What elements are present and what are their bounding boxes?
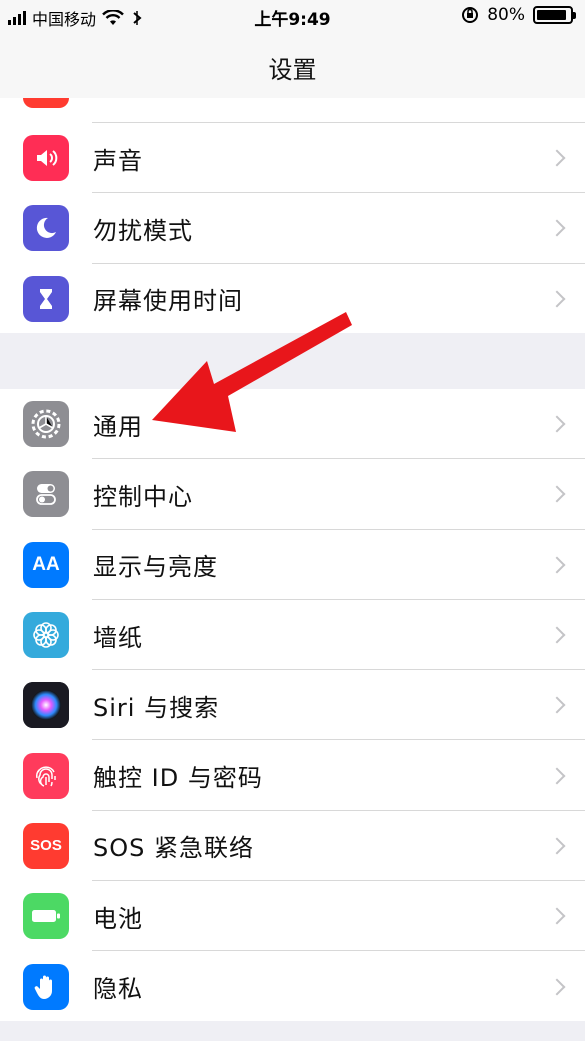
chevron-right-icon bbox=[548, 626, 566, 644]
section-gap-bottom bbox=[0, 1021, 585, 1041]
orientation-lock-icon bbox=[462, 7, 479, 23]
icon-text: AA bbox=[32, 553, 60, 575]
settings-row-label: SOS 紧急联络 bbox=[93, 834, 254, 863]
settings-row-label: 隐私 bbox=[93, 975, 143, 1004]
settings-row-hourglass[interactable]: 屏幕使用时间 bbox=[0, 264, 585, 334]
chevron-right-icon bbox=[548, 767, 566, 785]
settings-row-text-size[interactable]: AA 显示与亮度 bbox=[0, 530, 585, 600]
settings-row-fingerprint[interactable]: 触控 ID 与密码 bbox=[0, 740, 585, 811]
settings-row-label: 触控 ID 与密码 bbox=[93, 764, 263, 793]
settings-row-label: 电池 bbox=[93, 904, 143, 933]
gear-icon bbox=[23, 401, 69, 448]
chevron-right-icon bbox=[548, 837, 566, 855]
icon-text: SOS bbox=[30, 837, 62, 855]
settings-row-flower[interactable]: 墙纸 bbox=[0, 600, 585, 671]
status-bar: 中国移动 上午9:49 80% bbox=[0, 0, 585, 36]
settings-group-2: 通用控制中心 AA 显示与亮度墙纸 Siri 与搜索触控 ID 与密码 SOS SOS 紧… bbox=[0, 389, 585, 1022]
chevron-right-icon bbox=[548, 907, 566, 925]
flower-icon bbox=[23, 612, 69, 659]
battery-level bbox=[537, 10, 566, 20]
battery-icon bbox=[23, 893, 69, 940]
settings-row-label: 屏幕使用时间 bbox=[93, 287, 243, 316]
settings-row-label: 勿扰模式 bbox=[93, 216, 193, 245]
settings-row-sos[interactable]: SOS SOS 紧急联络 bbox=[0, 811, 585, 882]
chevron-right-icon bbox=[548, 219, 566, 237]
section-gap bbox=[0, 333, 585, 389]
battery-status-icon bbox=[533, 6, 576, 24]
settings-row-speaker[interactable]: 声音 bbox=[0, 123, 585, 194]
moon-icon bbox=[23, 205, 69, 252]
settings-row-label: 控制中心 bbox=[93, 482, 193, 511]
chevron-right-icon bbox=[548, 485, 566, 503]
settings-row-toggles[interactable]: 控制中心 bbox=[0, 459, 585, 530]
hand-icon bbox=[23, 963, 69, 1010]
siri-icon bbox=[23, 682, 69, 729]
page-title: 设置 bbox=[268, 56, 317, 84]
settings-row-gear[interactable]: 通用 bbox=[0, 389, 585, 460]
notifications-icon bbox=[23, 98, 69, 108]
hourglass-icon bbox=[23, 275, 69, 322]
navigation-bar: 设置 bbox=[0, 36, 585, 98]
settings-row-siri[interactable]: Siri 与搜索 bbox=[0, 670, 585, 741]
chevron-right-icon bbox=[548, 290, 566, 308]
chevron-right-icon bbox=[548, 978, 566, 996]
settings-row-hand[interactable]: 隐私 bbox=[0, 951, 585, 1021]
settings-row-label: 显示与亮度 bbox=[93, 553, 218, 582]
battery-percent: 80% bbox=[487, 5, 525, 25]
chevron-right-icon bbox=[548, 556, 566, 574]
settings-row-label: 通用 bbox=[93, 412, 143, 441]
settings-row-label: 声音 bbox=[93, 146, 143, 175]
partial-row bbox=[0, 98, 585, 123]
fingerprint-icon bbox=[23, 752, 69, 799]
chevron-right-icon bbox=[548, 696, 566, 714]
sos-icon: SOS bbox=[23, 822, 69, 869]
settings-screen: 中国移动 上午9:49 80% 设置 声音 勿扰模式 屏幕使用时间 通用 控制中… bbox=[0, 0, 585, 1041]
chevron-right-icon bbox=[548, 415, 566, 433]
speaker-icon bbox=[23, 135, 69, 182]
text-size-icon: AA bbox=[23, 541, 69, 588]
settings-row-moon[interactable]: 勿扰模式 bbox=[0, 193, 585, 264]
toggles-icon bbox=[23, 471, 69, 518]
settings-row-label: 墙纸 bbox=[93, 623, 143, 652]
settings-row-battery[interactable]: 电池 bbox=[0, 881, 585, 952]
settings-row-label: Siri 与搜索 bbox=[93, 693, 220, 722]
settings-group-1: 声音勿扰模式屏幕使用时间 bbox=[0, 98, 585, 334]
status-right: 80% bbox=[461, 5, 576, 25]
chevron-right-icon bbox=[548, 149, 566, 167]
